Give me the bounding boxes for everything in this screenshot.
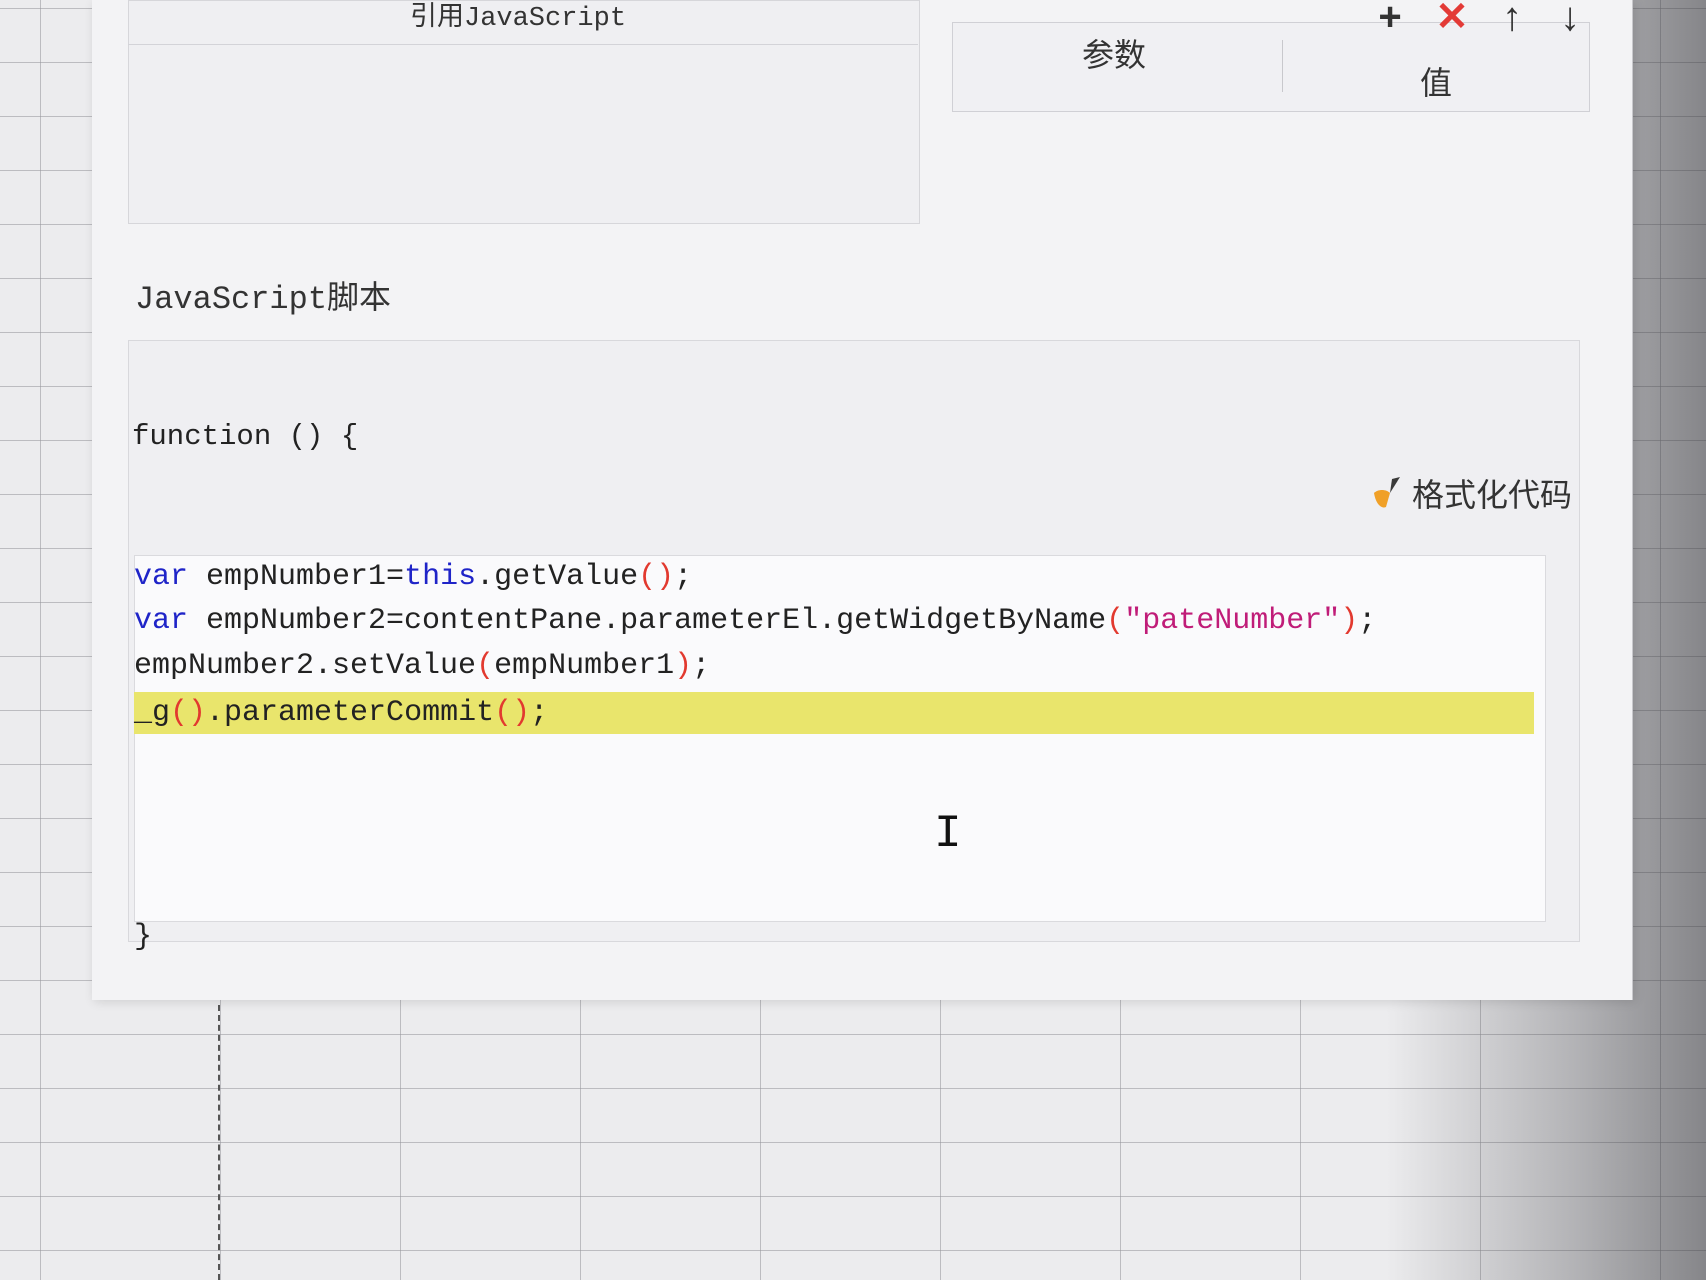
move-down-button[interactable]: ↓ (1548, 0, 1592, 40)
format-code-button[interactable]: 格式化代码 (1370, 470, 1572, 516)
code-line: var empNumber1=this.getValue(); (134, 560, 693, 594)
close-icon: ✕ (1435, 0, 1469, 39)
arrow-up-icon: ↑ (1502, 0, 1522, 39)
js-reference-divider (128, 44, 918, 45)
code-line: empNumber2.setValue(empNumber1); (134, 649, 711, 683)
code-line-highlighted: _g().parameterCommit(); (134, 692, 1534, 734)
code-line: var empNumber2=contentPane.parameterEl.g… (134, 604, 1377, 638)
parameter-table-col-divider (1282, 40, 1283, 92)
page-break-line (218, 1005, 220, 1280)
brush-icon (1374, 477, 1400, 508)
move-up-button[interactable]: ↑ (1490, 0, 1534, 40)
js-script-label: JavaScript脚本 (135, 281, 392, 318)
parameter-col-header: 参数 (1082, 37, 1147, 73)
value-col-header: 值 (1420, 65, 1453, 101)
delete-parameter-button[interactable]: ✕ (1430, 0, 1474, 40)
arrow-down-icon: ↓ (1560, 0, 1580, 39)
plus-icon: + (1378, 0, 1402, 39)
text-cursor-icon: I (934, 808, 962, 860)
js-reference-label: 引用JavaScript (410, 4, 627, 34)
format-code-label: 格式化代码 (1412, 477, 1573, 513)
function-header: function () { (132, 420, 359, 453)
function-close: } (134, 920, 153, 954)
add-parameter-button[interactable]: + (1368, 0, 1412, 40)
